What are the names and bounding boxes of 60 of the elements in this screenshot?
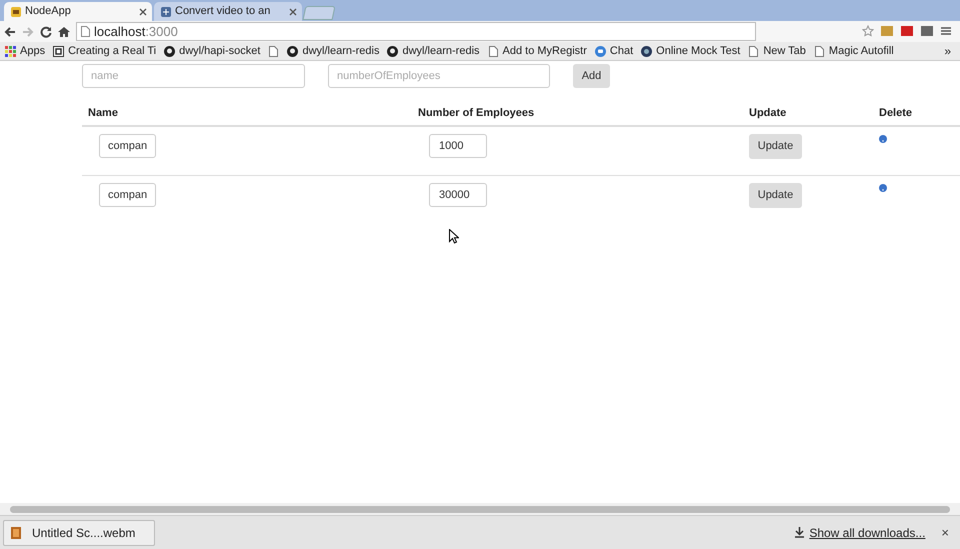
address-bar[interactable]: localhost:3000 [76,22,756,41]
bookmark-page-icon[interactable] [268,46,280,56]
page-icon [748,46,760,56]
address-port: :3000 [145,24,178,39]
bookmark-item[interactable]: dwyl/learn-redis [387,42,480,60]
bookmark-item[interactable]: Magic Autofill [814,42,894,60]
bookmark-item[interactable]: New Tab [748,42,806,60]
github-icon [164,46,176,56]
download-item[interactable]: Untitled Sc....webm [3,520,155,546]
chat-icon [594,46,606,56]
square-icon [53,46,64,56]
browser-tab[interactable]: NodeApp [4,2,152,21]
tab-icon [10,6,22,18]
update-button[interactable]: Update [749,182,802,208]
download-filename: Untitled Sc....webm [32,524,136,542]
page-icon [814,46,825,56]
name-field[interactable]: compan [99,134,156,158]
bookmark-item[interactable]: Chat [594,42,634,60]
github-icon [287,46,298,56]
star-icon[interactable] [862,25,874,37]
column-header: Delete [879,107,912,120]
bookmark-item[interactable]: Apps [5,42,46,60]
more-bookmarks-button[interactable]: » [944,42,951,60]
help-icon[interactable] [879,135,887,143]
employees-input[interactable]: numberOfEmployees [328,64,550,88]
bookmark-item[interactable]: dwyl/hapi-socket [164,42,260,60]
home-icon[interactable] [58,26,70,38]
globe-icon [641,46,652,56]
close-icon[interactable]: × [941,522,949,542]
close-icon[interactable] [289,8,297,16]
tab-icon [160,6,172,18]
update-button[interactable]: Update [749,134,802,159]
close-icon[interactable] [139,8,147,16]
apps-icon [5,46,16,56]
page-icon [81,26,90,37]
bookmark-item[interactable]: Add to MyRegistr [488,42,587,60]
address-host: localhost [94,24,146,39]
employees-field[interactable]: 30000 [429,183,487,207]
help-icon[interactable] [879,184,887,192]
add-button[interactable]: Add [573,64,610,88]
download-icon [794,527,806,538]
name-input[interactable]: name [82,64,305,88]
horizontal-scrollbar[interactable] [0,503,960,515]
cursor-icon [449,229,459,244]
bookmark-item[interactable]: Online Mock Test [641,42,740,60]
column-header: Update [749,107,786,120]
page-icon [488,46,499,56]
column-header: Number of Employees [418,107,534,120]
menu-icon[interactable] [940,25,952,37]
name-field[interactable]: compan [99,183,156,207]
column-header: Name [88,107,118,120]
browser-tab[interactable]: Convert video to an [154,2,302,21]
back-icon[interactable] [4,26,16,38]
reload-icon[interactable] [40,26,52,38]
bookmark-item[interactable]: dwyl/learn-redis [287,42,380,60]
show-all-downloads-link[interactable]: Show all downloads... [809,524,926,542]
bookmark-item[interactable]: Creating a Real Ti [53,42,156,60]
employees-field[interactable]: 1000 [429,134,487,158]
file-icon [10,526,22,540]
github-icon [387,46,398,56]
